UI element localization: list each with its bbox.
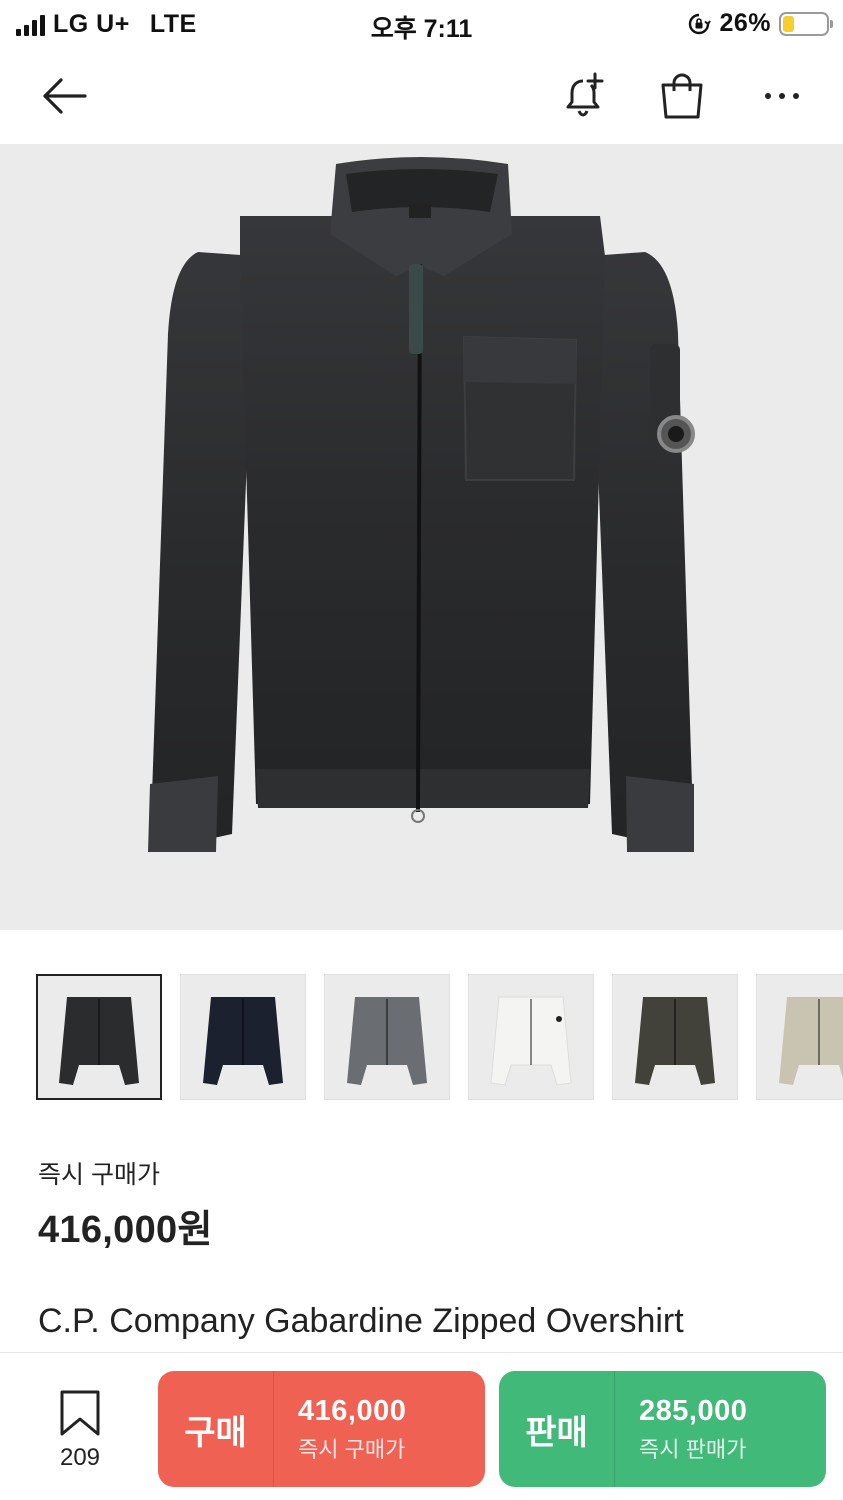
sell-label: 판매 <box>499 1371 615 1487</box>
sell-button[interactable]: 판매 285,000 즉시 판매가 <box>499 1371 826 1487</box>
jacket-thumb-image <box>635 997 715 1085</box>
wishlist-count: 209 <box>59 1444 101 1471</box>
rotation-lock-icon <box>689 13 712 34</box>
jacket-thumb-image <box>59 997 139 1085</box>
thumbnail-1[interactable] <box>36 974 162 1100</box>
buy-price: 416,000 <box>298 1394 407 1427</box>
battery-percent: 26% <box>719 9 771 37</box>
shopping-bag-icon <box>661 73 703 119</box>
more-dots-icon <box>765 93 799 99</box>
buy-label: 구매 <box>158 1371 274 1487</box>
thumbnail-3[interactable] <box>324 974 450 1100</box>
jacket-thumb-image <box>779 997 843 1085</box>
status-right: 26% <box>687 9 833 38</box>
arrow-left-icon <box>43 78 87 114</box>
product-main-image[interactable] <box>0 144 843 930</box>
battery-icon <box>779 11 833 36</box>
instant-buy-price-label: 즉시 구매가 <box>38 1161 160 1189</box>
sell-price: 285,000 <box>639 1394 748 1427</box>
thumbnail-6[interactable] <box>756 974 843 1100</box>
bell-plus-icon <box>566 72 604 117</box>
buy-price-block: 416,000 즉시 구매가 <box>274 1371 485 1487</box>
alert-button[interactable] <box>554 66 614 126</box>
thumbnail-4[interactable] <box>468 974 594 1100</box>
back-button[interactable] <box>34 66 94 126</box>
sell-price-block: 285,000 즉시 판매가 <box>615 1371 826 1487</box>
jacket-thumb-image <box>203 997 283 1085</box>
thumbnail-2[interactable] <box>180 974 306 1100</box>
jacket-thumb-image <box>347 997 427 1085</box>
cart-button[interactable] <box>652 66 712 126</box>
buy-price-caption: 즉시 구매가 <box>298 1436 406 1462</box>
thumbnail-5[interactable] <box>612 974 738 1100</box>
jacket-thumb-image <box>490 996 572 1086</box>
buy-button[interactable]: 구매 416,000 즉시 구매가 <box>158 1371 485 1487</box>
thumbnail-strip <box>36 974 843 1100</box>
top-navigation <box>0 48 843 144</box>
instant-buy-price-value: 416,000원 <box>38 1209 213 1251</box>
sell-price-caption: 즉시 판매가 <box>639 1436 747 1462</box>
wishlist-button[interactable]: 209 <box>50 1389 110 1472</box>
bookmark-icon <box>60 1390 100 1436</box>
product-title: C.P. Company Gabardine Zipped Overshirt <box>38 1302 684 1340</box>
status-bar: LG U+ LTE 오후 7:11 26% <box>0 0 843 48</box>
bottom-action-bar: 209 구매 416,000 즉시 구매가 판매 285,000 즉시 판매가 <box>0 1352 843 1500</box>
more-button[interactable] <box>752 66 812 126</box>
jacket-image <box>148 157 695 852</box>
collar-logo <box>409 204 431 218</box>
